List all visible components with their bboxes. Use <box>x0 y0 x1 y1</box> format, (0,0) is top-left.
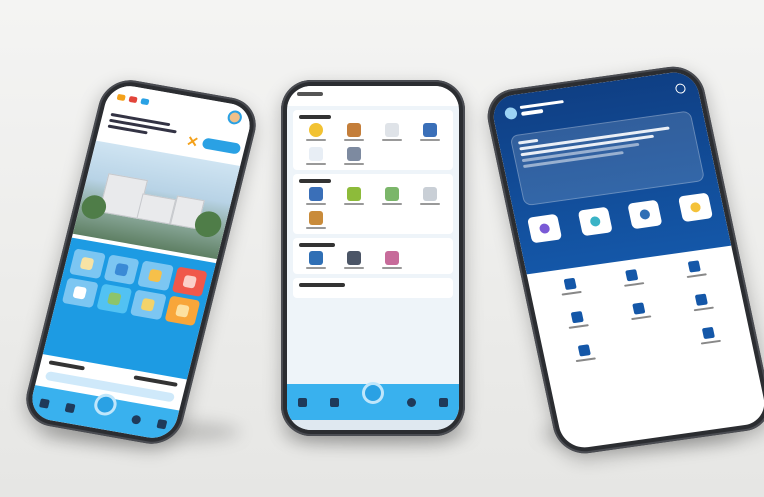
section-title <box>299 115 331 119</box>
mockup-stage: ✕ <box>0 0 764 497</box>
phone-left: ✕ <box>19 75 263 449</box>
system-nav-bar <box>287 420 459 430</box>
menu-icon[interactable] <box>438 397 448 407</box>
quick-action[interactable] <box>677 192 714 223</box>
menu-tile[interactable] <box>103 254 140 285</box>
app-header <box>287 86 459 106</box>
close-icon[interactable]: ✕ <box>185 133 200 152</box>
menu-item[interactable] <box>375 251 409 269</box>
menu-section <box>293 110 453 170</box>
menu-item[interactable] <box>299 211 333 229</box>
feature-item[interactable] <box>612 299 668 322</box>
phone-right <box>482 62 764 458</box>
bottom-nav <box>287 382 459 420</box>
menu-item[interactable] <box>337 147 371 165</box>
action-button[interactable] <box>201 137 242 155</box>
scan-button[interactable] <box>361 382 384 404</box>
menu-icon[interactable] <box>156 418 168 429</box>
menu-item[interactable] <box>299 147 333 165</box>
feature-item[interactable] <box>557 341 613 364</box>
menu-tile[interactable] <box>171 266 208 297</box>
menu-tile[interactable] <box>61 277 99 309</box>
phone-left-screen: ✕ <box>27 82 255 442</box>
quick-action[interactable] <box>577 206 613 237</box>
menu-item[interactable] <box>299 123 333 141</box>
phone-center <box>281 80 465 436</box>
feature-item[interactable] <box>619 333 675 356</box>
feature-menu <box>42 237 216 380</box>
home-icon[interactable] <box>298 397 308 407</box>
menu-section <box>293 174 453 234</box>
menu-tile[interactable] <box>129 289 167 321</box>
menu-item[interactable] <box>299 251 333 269</box>
menu-item[interactable] <box>337 123 371 141</box>
menu-section <box>293 238 453 274</box>
logo-icon <box>140 98 150 106</box>
feature-item[interactable] <box>543 275 599 298</box>
feature-item[interactable] <box>681 324 737 347</box>
feature-item[interactable] <box>674 291 730 314</box>
phone-right-screen <box>489 69 764 451</box>
menu-section <box>293 278 453 298</box>
menu-item[interactable] <box>413 123 447 141</box>
greeting-text <box>519 99 564 110</box>
section-title <box>299 283 345 287</box>
menu-item[interactable] <box>375 187 409 205</box>
hero-panel <box>489 69 732 275</box>
settings-icon[interactable] <box>674 82 687 95</box>
home-icon[interactable] <box>38 397 50 409</box>
feature-item[interactable] <box>550 308 606 331</box>
logo-icon <box>116 93 126 102</box>
info-icon[interactable] <box>406 397 416 407</box>
header-text <box>297 92 323 96</box>
phone-center-screen <box>287 86 459 430</box>
feature-item[interactable] <box>605 266 661 289</box>
menu-tile[interactable] <box>95 283 133 315</box>
megaphone-icon[interactable] <box>65 402 77 413</box>
megaphone-icon[interactable] <box>330 397 340 407</box>
feature-grid <box>543 257 737 364</box>
menu-item[interactable] <box>413 187 447 205</box>
menu-item[interactable] <box>337 187 371 205</box>
menu-tile[interactable] <box>163 295 201 327</box>
app-header <box>503 99 566 121</box>
quick-action[interactable] <box>627 199 663 230</box>
menu-tile[interactable] <box>69 248 106 279</box>
announcement-card[interactable] <box>509 110 706 207</box>
quick-action[interactable] <box>527 213 563 244</box>
menu-item[interactable] <box>299 187 333 205</box>
logo-icon <box>128 95 138 104</box>
scan-button[interactable] <box>91 392 119 418</box>
menu-item[interactable] <box>375 123 409 141</box>
user-name <box>520 108 544 116</box>
menu-item[interactable] <box>337 251 371 269</box>
info-icon[interactable] <box>130 413 142 425</box>
feature-item[interactable] <box>667 257 723 280</box>
menu-tile[interactable] <box>137 260 174 291</box>
section-title <box>299 179 331 183</box>
avatar[interactable] <box>503 106 519 121</box>
section-title <box>299 243 335 247</box>
